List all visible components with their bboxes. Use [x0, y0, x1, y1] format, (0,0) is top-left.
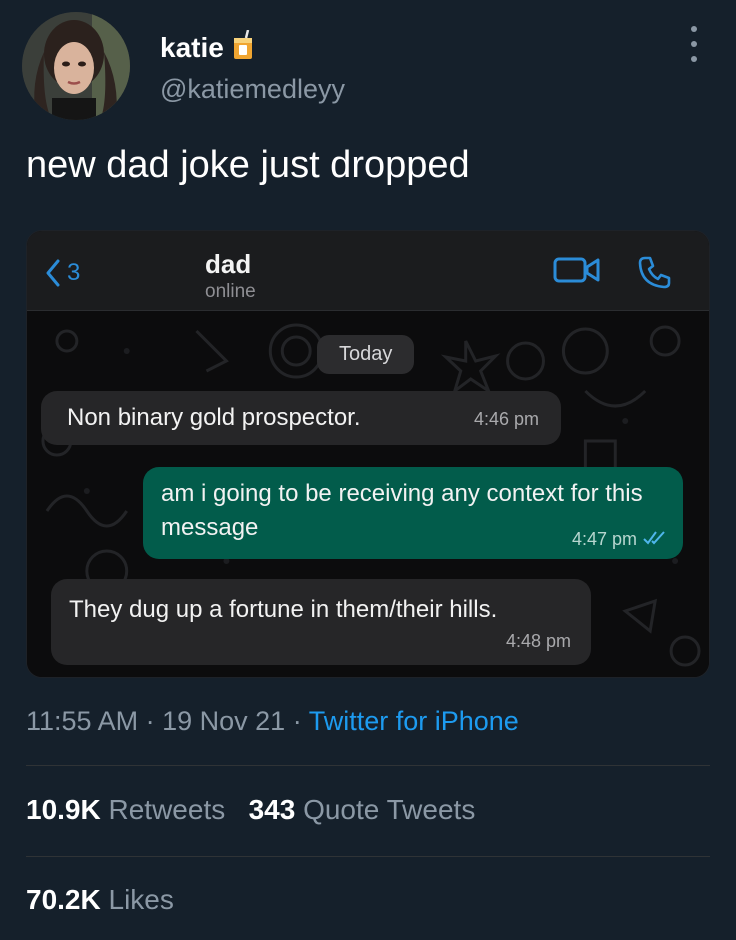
date-separator: Today [317, 335, 415, 374]
chat-back-button: 3 [45, 259, 80, 287]
quote-tweets-stat[interactable]: 343 Quote Tweets [249, 794, 476, 825]
engagement-stats: 10.9K Retweets 343 Quote Tweets [26, 794, 475, 826]
author-name-row[interactable]: katie [160, 29, 254, 65]
juice-box-emoji-icon [232, 29, 254, 65]
tweet-text: new dad joke just dropped [26, 144, 470, 186]
avatar[interactable] [22, 12, 130, 120]
likes-label: Likes [108, 884, 174, 915]
retweets-count: 10.9K [26, 794, 101, 825]
divider [26, 856, 710, 857]
likes-count: 70.2K [26, 884, 101, 915]
chevron-left-icon [46, 259, 60, 287]
incoming-message: Non binary gold prospector. 4:46 pm [41, 391, 561, 445]
message-time: 4:46 pm [473, 409, 539, 429]
retweets-stat[interactable]: 10.9K Retweets [26, 794, 225, 825]
divider [26, 765, 710, 766]
retweets-label: Retweets [108, 794, 226, 825]
tweet-time[interactable]: 11:55 AM [26, 706, 138, 736]
author-handle[interactable]: @katiemedleyy [160, 74, 345, 105]
tweet-source-link[interactable]: Twitter for iPhone [309, 706, 519, 736]
meta-separator: · [145, 706, 155, 736]
more-options-icon[interactable] [684, 26, 704, 62]
quote-tweets-count: 343 [248, 794, 296, 825]
likes-stat[interactable]: 70.2K Likes [26, 884, 174, 916]
video-camera-icon [553, 257, 600, 283]
double-check-icon [643, 531, 665, 545]
contact-status: online [205, 281, 256, 302]
tweet-meta: 11:55 AM · 19 Nov 21 · Twitter for iPhon… [26, 706, 519, 737]
phone-icon [638, 256, 671, 289]
author-display-name[interactable]: katie [160, 32, 224, 64]
contact-name: dad [205, 249, 252, 279]
message-text: They dug up a fortune in them/their hill… [69, 596, 498, 623]
message-text: Non binary gold prospector. [67, 404, 361, 431]
outgoing-message: am i going to be receiving any context f… [143, 467, 683, 559]
tweet-card: katie @katiemedleyy new dad joke just dr… [0, 0, 736, 940]
meta-separator: · [292, 706, 302, 736]
unread-count: 3 [67, 259, 81, 286]
message-time: 4:48 pm [505, 631, 571, 651]
tweet-date[interactable]: 19 Nov 21 [162, 706, 285, 736]
attached-chat-screenshot[interactable]: 3 dad online Today Non binary gold prosp… [26, 230, 710, 678]
message-time: 4:47 pm [571, 529, 637, 549]
chat-header: 3 dad online [27, 231, 709, 311]
incoming-message: They dug up a fortune in them/their hill… [51, 579, 591, 665]
chat-message-area: Today Non binary gold prospector. 4:46 p… [27, 311, 709, 677]
quote-tweets-label: Quote Tweets [303, 794, 476, 825]
